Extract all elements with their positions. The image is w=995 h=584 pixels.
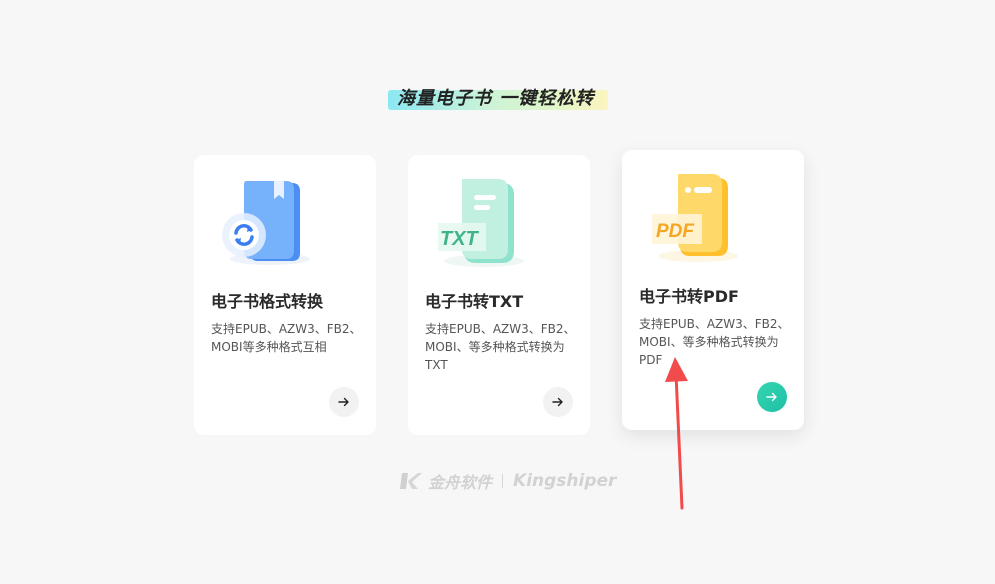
txt-icon-label: TXT xyxy=(440,228,480,250)
card-title: 电子书转TXT xyxy=(425,292,524,311)
card-description: 支持EPUB、AZW3、FB2、MOBI等多种格式互相 xyxy=(211,322,362,354)
kingshiper-logo-icon xyxy=(400,473,422,489)
card-ebook-to-txt[interactable]: TXT 电子书转TXT 支持EPUB、AZW3、FB2、MOBI、等多种格式转换… xyxy=(408,155,590,435)
card-arrow-button[interactable] xyxy=(543,387,573,417)
card-ebook-format-convert[interactable]: 电子书格式转换 支持EPUB、AZW3、FB2、MOBI等多种格式互相 xyxy=(194,155,376,435)
card-ebook-to-pdf[interactable]: PDF 电子书转PDF 支持EPUB、AZW3、FB2、MOBI、等多种格式转换… xyxy=(622,150,804,430)
headline-text: 海量电子书 一键轻松转 xyxy=(397,88,595,109)
brand-divider xyxy=(502,474,504,488)
card-description: 支持EPUB、AZW3、FB2、MOBI、等多种格式转换为TXT xyxy=(425,322,576,372)
pdf-file-icon: PDF xyxy=(652,174,738,262)
pdf-icon-label: PDF xyxy=(656,221,695,242)
card-description: 支持EPUB、AZW3、FB2、MOBI、等多种格式转换为PDF xyxy=(639,317,790,367)
brand-name-en: Kingshiper xyxy=(513,471,617,491)
arrow-right-icon xyxy=(338,397,349,407)
arrow-right-icon xyxy=(552,397,563,407)
headline: 海量电子书 一键轻松转 xyxy=(388,84,608,111)
card-arrow-button[interactable] xyxy=(329,387,359,417)
txt-file-icon: TXT xyxy=(438,179,524,267)
card-title: 电子书格式转换 xyxy=(211,292,324,311)
brand-footer: 金舟软件 Kingshiper xyxy=(400,468,616,494)
arrow-right-icon xyxy=(766,392,777,402)
card-arrow-button[interactable] xyxy=(757,382,787,412)
book-convert-icon xyxy=(222,181,310,265)
card-title: 电子书转PDF xyxy=(639,287,739,306)
brand-name-cn: 金舟软件 xyxy=(428,473,493,492)
page: 海量电子书 一键轻松转 电子书格式转换 支持EPUB、AZW3、FB2、MOBI… xyxy=(0,0,995,584)
